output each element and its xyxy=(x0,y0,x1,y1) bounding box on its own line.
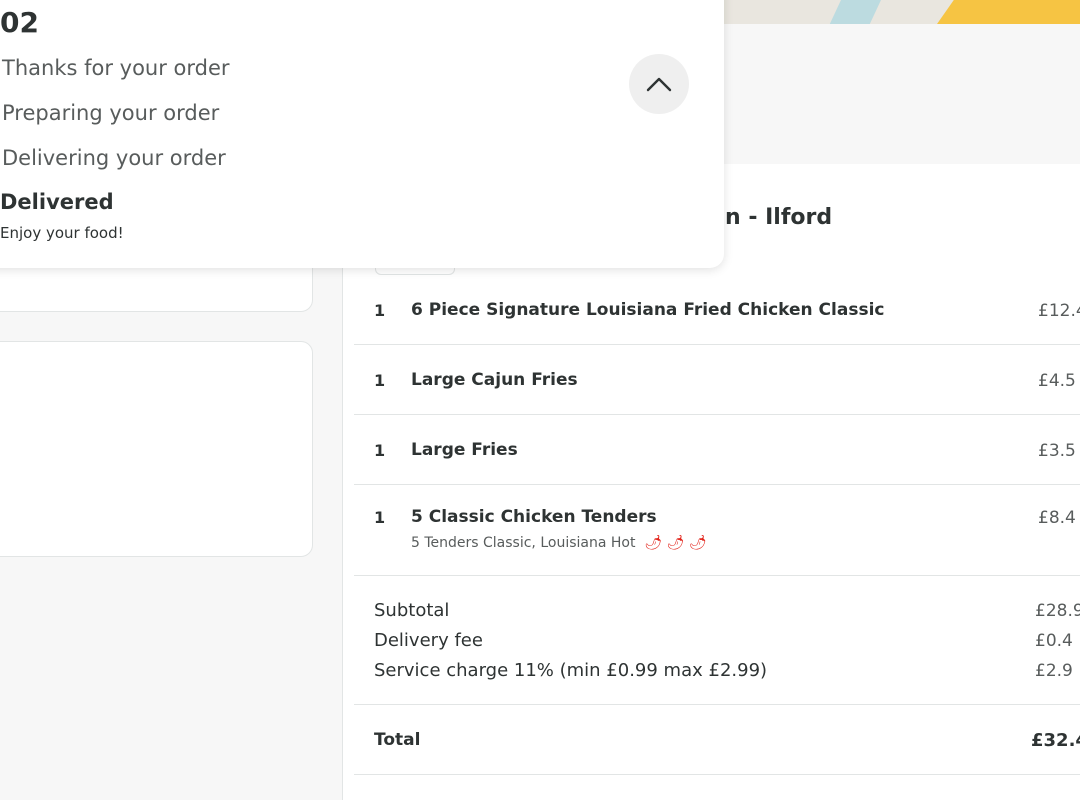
status-step: Thanks for your order xyxy=(2,56,230,80)
order-total: Total £32.4 xyxy=(354,704,1080,775)
order-line-item: 1 Large Fries £3.5 xyxy=(354,414,1080,485)
order-summary: Subtotal £28.9 Delivery fee £0.4 Service… xyxy=(354,576,1080,705)
map-area xyxy=(724,24,1080,165)
item-quantity: 1 xyxy=(374,301,386,320)
chili-pepper-icon: 🌶 xyxy=(666,535,685,551)
order-line-item: 1 6 Piece Signature Louisiana Fried Chic… xyxy=(354,274,1080,345)
service-charge-label: Service charge 11% (min £0.99 max £2.99) xyxy=(374,660,768,681)
map-road xyxy=(929,0,1080,24)
item-name: 6 Piece Signature Louisiana Fried Chicke… xyxy=(411,300,885,320)
total-label: Total xyxy=(374,730,421,750)
current-status: Delivered xyxy=(0,190,114,214)
item-price: £4.5 xyxy=(1038,371,1076,391)
delivery-fee-amount: £0.4 xyxy=(1035,631,1073,651)
delivery-map[interactable] xyxy=(724,0,1080,24)
order-line-item: 1 Large Cajun Fries £4.5 xyxy=(354,344,1080,415)
total-amount: £32.4 xyxy=(1031,730,1080,751)
item-price: £3.5 xyxy=(1038,441,1076,461)
delivery-fee-label: Delivery fee xyxy=(374,630,483,651)
subtotal-amount: £28.9 xyxy=(1035,601,1080,621)
map-road xyxy=(822,0,886,24)
chevron-up-icon xyxy=(646,77,672,92)
item-quantity: 1 xyxy=(374,371,386,390)
order-number: 02 xyxy=(0,6,39,39)
item-price: £8.4 xyxy=(1038,508,1076,528)
order-line-item: 1 5 Classic Chicken Tenders 5 Tenders Cl… xyxy=(354,484,1080,576)
item-name: 5 Classic Chicken Tenders xyxy=(411,507,657,527)
item-price: £12.4 xyxy=(1038,301,1080,321)
chili-pepper-icon: 🌶 xyxy=(688,535,707,551)
item-options: 5 Tenders Classic, Louisiana Hot xyxy=(411,535,636,551)
item-description: 5 Tenders Classic, Louisiana Hot 🌶 🌶 🌶 xyxy=(411,535,707,551)
service-charge-amount: £2.9 xyxy=(1035,661,1073,681)
item-quantity: 1 xyxy=(374,508,386,527)
info-card xyxy=(0,341,313,557)
current-status-subtext: Enjoy your food! xyxy=(0,224,124,242)
subtotal-label: Subtotal xyxy=(374,600,450,621)
item-name: Large Fries xyxy=(411,440,518,460)
status-step: Delivering your order xyxy=(2,146,226,170)
status-step: Preparing your order xyxy=(2,101,220,125)
item-quantity: 1 xyxy=(374,441,386,460)
collapse-status-button[interactable] xyxy=(629,54,689,114)
order-status-panel: 02 Thanks for your order Preparing your … xyxy=(0,0,724,268)
item-name: Large Cajun Fries xyxy=(411,370,578,390)
chili-pepper-icon: 🌶 xyxy=(639,535,663,551)
